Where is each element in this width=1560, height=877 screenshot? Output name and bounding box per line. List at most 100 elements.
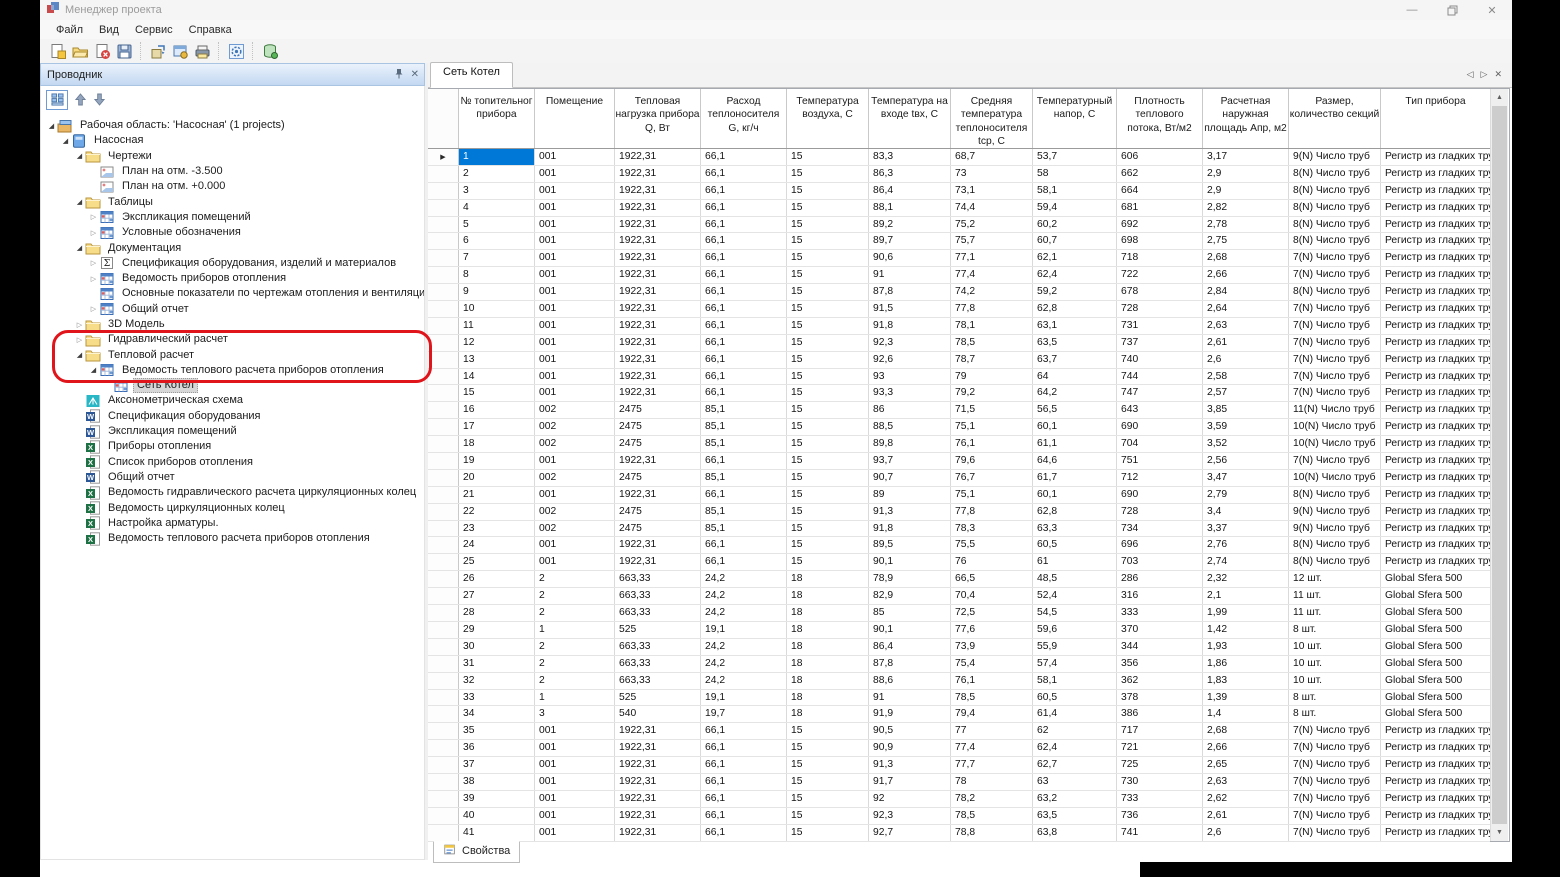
grid-cell[interactable]: 73,1 bbox=[951, 183, 1033, 199]
grid-cell[interactable]: 2,79 bbox=[1203, 487, 1289, 503]
grid-cell[interactable]: 27 bbox=[459, 588, 535, 604]
expander-open-icon[interactable]: ◢ bbox=[74, 198, 85, 206]
grid-cell[interactable]: 86,4 bbox=[869, 639, 951, 655]
grid-cell[interactable]: 001 bbox=[535, 385, 615, 401]
grid-cell[interactable]: 66,1 bbox=[701, 149, 787, 165]
grid-cell[interactable]: 7(N) Число труб bbox=[1289, 723, 1381, 739]
grid-cell[interactable]: 74,4 bbox=[951, 200, 1033, 216]
grid-cell[interactable]: 11 шт. bbox=[1289, 605, 1381, 621]
grid-cell[interactable]: 33 bbox=[459, 690, 535, 706]
grid-cell[interactable]: 77,6 bbox=[951, 622, 1033, 638]
grid-cell[interactable]: 56,5 bbox=[1033, 402, 1117, 418]
grid-cell[interactable]: 712 bbox=[1117, 470, 1203, 486]
row-header[interactable] bbox=[428, 656, 459, 672]
tree-item[interactable]: ◢Тепловой расчет bbox=[41, 347, 424, 362]
grid-cell[interactable]: 88,5 bbox=[869, 419, 951, 435]
grid-cell[interactable]: Global Sfera 500 bbox=[1381, 622, 1491, 638]
grid-cell[interactable]: 728 bbox=[1117, 504, 1203, 520]
grid-cell[interactable]: Регистр из гладких труб bbox=[1381, 369, 1491, 385]
tree-item[interactable]: План на отм. -3.500 bbox=[41, 164, 424, 179]
grid-cell[interactable]: 2,64 bbox=[1203, 301, 1289, 317]
grid-cell[interactable]: 8 шт. bbox=[1289, 622, 1381, 638]
expander-closed-icon[interactable]: ▷ bbox=[88, 229, 99, 237]
move-up-icon[interactable] bbox=[73, 92, 87, 108]
grid-cell[interactable]: Регистр из гладких труб bbox=[1381, 352, 1491, 368]
grid-cell[interactable]: 15 bbox=[787, 318, 869, 334]
grid-cell[interactable]: 77,4 bbox=[951, 267, 1033, 283]
grid-cell[interactable]: 75,1 bbox=[951, 419, 1033, 435]
grid-cell[interactable]: 2,66 bbox=[1203, 267, 1289, 283]
grid-cell[interactable]: 39 bbox=[459, 791, 535, 807]
grid-cell[interactable]: 76 bbox=[951, 554, 1033, 570]
grid-cell[interactable]: 77 bbox=[951, 723, 1033, 739]
grid-cell[interactable]: 74,2 bbox=[951, 284, 1033, 300]
grid-cell[interactable]: 60,1 bbox=[1033, 419, 1117, 435]
grid-cell[interactable]: 77,1 bbox=[951, 250, 1033, 266]
grid-cell[interactable]: 001 bbox=[535, 791, 615, 807]
grid-cell[interactable]: 15 bbox=[787, 757, 869, 773]
vertical-scrollbar[interactable]: ▲ ▼ bbox=[1490, 89, 1508, 841]
tree-item-label[interactable]: Аксонометрическая схема bbox=[105, 394, 246, 407]
tree-item[interactable]: XНастройка арматуры. bbox=[41, 516, 424, 531]
grid-cell[interactable]: 87,8 bbox=[869, 284, 951, 300]
grid-cell[interactable]: Global Sfera 500 bbox=[1381, 571, 1491, 587]
grid-cell[interactable]: 66,1 bbox=[701, 723, 787, 739]
grid-cell[interactable]: 48,5 bbox=[1033, 571, 1117, 587]
grid-cell[interactable]: 15 bbox=[787, 183, 869, 199]
grid-cell[interactable]: 1922,31 bbox=[615, 791, 701, 807]
grid-cell[interactable]: 722 bbox=[1117, 267, 1203, 283]
grid-cell[interactable]: 66,1 bbox=[701, 233, 787, 249]
grid-cell[interactable]: 79,2 bbox=[951, 385, 1033, 401]
grid-cell[interactable]: 19,1 bbox=[701, 622, 787, 638]
grid-cell[interactable]: 15 bbox=[787, 487, 869, 503]
grid-cell[interactable]: 333 bbox=[1117, 605, 1203, 621]
grid-cell[interactable]: 15 bbox=[787, 217, 869, 233]
grid-cell[interactable]: 1922,31 bbox=[615, 301, 701, 317]
tree-item-label[interactable]: План на отм. -3.500 bbox=[119, 165, 226, 178]
grid-cell[interactable]: 77,8 bbox=[951, 504, 1033, 520]
grid-cell[interactable]: 15 bbox=[787, 335, 869, 351]
grid-cell[interactable]: 88,1 bbox=[869, 200, 951, 216]
grid-cell[interactable]: Global Sfera 500 bbox=[1381, 690, 1491, 706]
grid-cell[interactable]: 52,4 bbox=[1033, 588, 1117, 604]
grid-cell[interactable]: 66,1 bbox=[701, 757, 787, 773]
grid-cell[interactable]: 15 bbox=[787, 166, 869, 182]
grid-cell[interactable]: 690 bbox=[1117, 487, 1203, 503]
grid-cell[interactable]: Регистр из гладких труб bbox=[1381, 757, 1491, 773]
grid-cell[interactable]: 12 шт. bbox=[1289, 571, 1381, 587]
grid-cell[interactable]: 92,3 bbox=[869, 335, 951, 351]
grid-cell[interactable]: Регистр из гладких труб bbox=[1381, 318, 1491, 334]
grid-cell[interactable]: 8 bbox=[459, 267, 535, 283]
grid-cell[interactable]: 62,4 bbox=[1033, 740, 1117, 756]
grid-cell[interactable]: Global Sfera 500 bbox=[1381, 588, 1491, 604]
grid-cell[interactable]: 90,6 bbox=[869, 250, 951, 266]
grid-cell[interactable]: 14 bbox=[459, 369, 535, 385]
grid-cell[interactable]: 1922,31 bbox=[615, 723, 701, 739]
grid-cell[interactable]: 7(N) Число труб bbox=[1289, 318, 1381, 334]
grid-cell[interactable]: 15 bbox=[787, 369, 869, 385]
grid-cell[interactable]: 64,6 bbox=[1033, 453, 1117, 469]
row-header[interactable] bbox=[428, 267, 459, 283]
grid-cell[interactable]: 15 bbox=[787, 385, 869, 401]
grid-cell[interactable]: 001 bbox=[535, 200, 615, 216]
row-header[interactable] bbox=[428, 385, 459, 401]
grid-cell[interactable]: 606 bbox=[1117, 149, 1203, 165]
grid-cell[interactable]: 2,57 bbox=[1203, 385, 1289, 401]
grid-cell[interactable]: 66,1 bbox=[701, 250, 787, 266]
grid-cell[interactable]: 86,3 bbox=[869, 166, 951, 182]
grid-cell[interactable]: Регистр из гладких труб bbox=[1381, 166, 1491, 182]
grid-cell[interactable]: 1 bbox=[535, 622, 615, 638]
grid-cell[interactable]: 740 bbox=[1117, 352, 1203, 368]
grid-cell[interactable]: 90,7 bbox=[869, 470, 951, 486]
tree-item-label[interactable]: Спецификация оборудования, изделий и мат… bbox=[119, 257, 399, 270]
grid-cell[interactable]: 362 bbox=[1117, 673, 1203, 689]
expander-open-icon[interactable]: ◢ bbox=[74, 351, 85, 359]
grid-cell[interactable]: 60,5 bbox=[1033, 537, 1117, 553]
grid-cell[interactable]: 63,5 bbox=[1033, 808, 1117, 824]
grid-cell[interactable]: 15 bbox=[787, 301, 869, 317]
grid-cell[interactable]: Регистр из гладких труб bbox=[1381, 740, 1491, 756]
grid-cell[interactable]: 2 bbox=[535, 639, 615, 655]
grid-cell[interactable]: 2,75 bbox=[1203, 233, 1289, 249]
row-header[interactable] bbox=[428, 487, 459, 503]
close-panel-icon[interactable]: ✕ bbox=[411, 69, 419, 80]
